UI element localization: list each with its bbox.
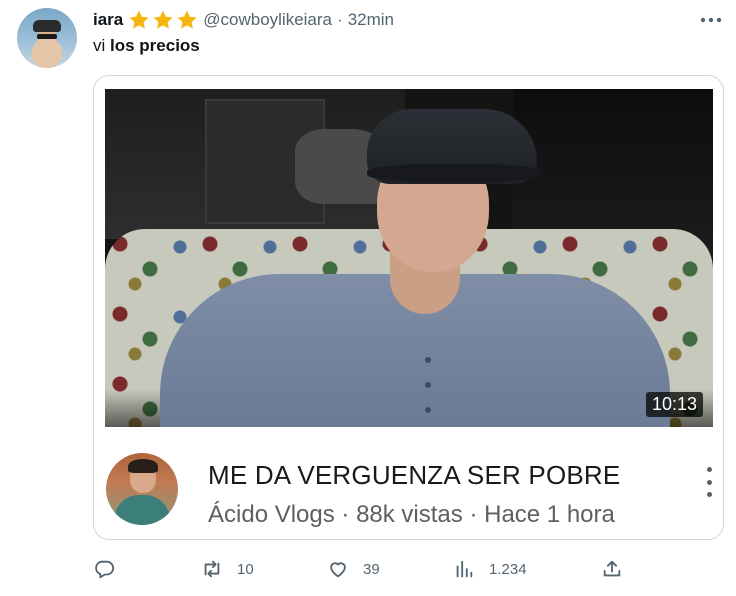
kebab-dot: [706, 492, 712, 497]
share-icon: [603, 560, 621, 577]
star-icon: [153, 10, 173, 29]
action-bar: 10 39 1.234: [93, 555, 633, 583]
video-meta: Ácido Vlogs · 88k vistas · Hace 1 hora: [208, 501, 615, 528]
avatar-glasses: [37, 34, 57, 39]
shirt-button: [425, 382, 431, 388]
kebab-dot: [706, 479, 712, 485]
video-options-icon[interactable]: [703, 467, 715, 497]
retweet-count: 10: [237, 560, 254, 578]
reply-icon: [95, 560, 115, 579]
views-count: 1.234: [489, 560, 527, 578]
tweet-text-bold: los precios: [110, 36, 200, 55]
star-emojis: [127, 9, 199, 31]
like-button[interactable]: 39: [327, 555, 380, 583]
like-count: 39: [363, 560, 380, 578]
channel-avatar[interactable]: [106, 453, 178, 525]
kebab-dot: [706, 467, 712, 472]
views-icon: [456, 560, 473, 578]
user-avatar[interactable]: [17, 8, 77, 68]
tweet: iara @cowboylikeiara · 32min vi los prec…: [0, 0, 736, 596]
video-thumbnail[interactable]: 10:13: [105, 89, 713, 427]
tweet-text: vi los precios: [93, 36, 200, 56]
tweet-text-plain: vi: [93, 36, 110, 55]
reply-button[interactable]: [93, 555, 129, 583]
views-button[interactable]: 1.234: [453, 555, 527, 583]
more-options-icon[interactable]: [698, 9, 724, 31]
star-icon: [177, 10, 197, 29]
channel-avatar-hair: [128, 459, 158, 473]
channel-avatar-body: [114, 495, 170, 525]
user-handle[interactable]: @cowboylikeiara: [203, 10, 332, 30]
display-name[interactable]: iara: [93, 10, 123, 30]
ellipsis-icon: [700, 17, 722, 23]
tweet-header: iara @cowboylikeiara · 32min: [93, 9, 394, 31]
video-info: ME DA VERGUENZA SER POBRE Ácido Vlogs · …: [94, 427, 723, 539]
shirt-button: [425, 357, 431, 363]
cap-brim: [367, 164, 542, 182]
media-card[interactable]: 10:13 ME DA VERGUENZA SER POBRE Ácido Vl…: [93, 75, 724, 540]
avatar-hat: [33, 20, 61, 32]
retweet-button[interactable]: 10: [201, 555, 254, 583]
retweet-icon: [204, 560, 220, 578]
share-button[interactable]: [601, 555, 637, 583]
video-title[interactable]: ME DA VERGUENZA SER POBRE: [208, 460, 620, 491]
shirt-button: [425, 407, 431, 413]
video-duration: 10:13: [645, 392, 703, 417]
heart-icon: [330, 562, 346, 578]
timestamp[interactable]: 32min: [348, 10, 394, 30]
star-icon: [129, 10, 149, 29]
separator-dot: ·: [337, 10, 343, 29]
